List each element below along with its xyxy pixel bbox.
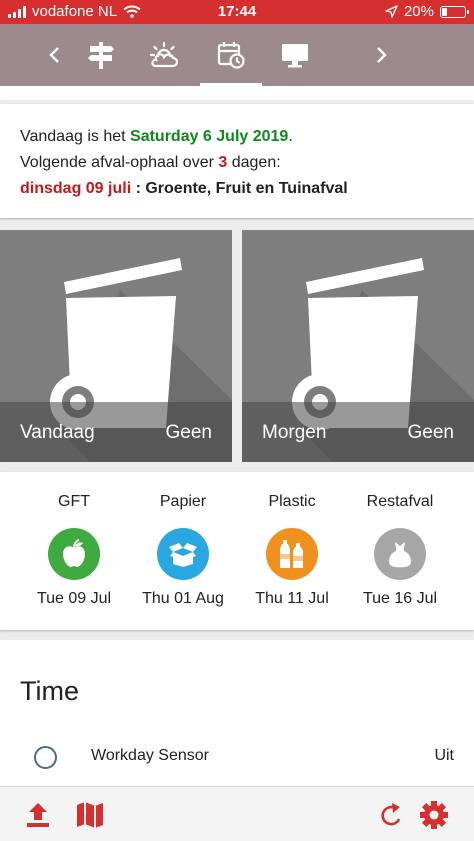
gear-icon	[420, 801, 448, 829]
signal-icon	[8, 5, 26, 18]
bin-day-label: Morgen	[262, 422, 327, 443]
map-icon	[77, 802, 103, 828]
status-left: vodafone NL	[8, 3, 141, 20]
next-pickup-date: dinsdag 09 juli	[20, 180, 132, 197]
tab-signpost[interactable]	[76, 24, 126, 86]
time-card: Time Workday Sensor Uit	[0, 640, 474, 790]
schedule-circle	[48, 528, 100, 580]
schedule-date: Tue 09 Jul	[36, 590, 112, 607]
collection-info-card: Vandaag is het Saturday 6 July 2019. Vol…	[0, 104, 474, 218]
weather-icon	[149, 41, 179, 68]
calendar-clock-icon	[217, 42, 245, 69]
top-strip	[0, 86, 474, 100]
tab-calendar[interactable]	[206, 24, 256, 86]
schedule-date: Tue 16 Jul	[362, 590, 438, 607]
next-separator: :	[131, 180, 146, 197]
bottles-icon	[280, 540, 303, 568]
trash-bag-icon	[389, 542, 411, 568]
battery-percent: 20%	[403, 3, 434, 20]
workday-sensor-radio[interactable]	[34, 746, 57, 769]
next-pickup-type: Groente, Fruit en Tuinafval	[145, 180, 348, 197]
status-bar: vodafone NL 17:44 20%	[0, 0, 474, 24]
time-title: Time	[20, 676, 79, 706]
bin-value-label: Geen	[165, 422, 212, 443]
today-date: Saturday 6 July 2019	[130, 128, 289, 145]
box-icon	[169, 543, 197, 567]
bin-value-label: Geen	[407, 422, 454, 443]
today-line: Vandaag is het Saturday 6 July 2019.	[20, 124, 454, 150]
apple-icon	[63, 539, 85, 567]
today-suffix: .	[288, 128, 293, 145]
next-pickup-line: Volgende afval-ophaal over 3 dagen:	[20, 150, 454, 176]
days-count: 3	[218, 154, 228, 171]
schedule-circle	[266, 528, 318, 580]
bin-day-label: Vandaag	[20, 422, 95, 443]
chevron-left-icon	[49, 47, 59, 63]
tab-weather[interactable]	[139, 24, 189, 86]
tab-prev[interactable]	[30, 24, 80, 86]
next-prefix: Volgende afval-ophaal over	[20, 154, 219, 171]
schedule-circle	[157, 528, 209, 580]
status-right: 20%	[385, 3, 469, 20]
schedule-date: Thu 11 Jul	[255, 590, 329, 607]
location-arrow-icon	[385, 5, 398, 18]
bin-tile-tomorrow[interactable]: Morgen Geen	[242, 230, 474, 462]
battery-icon	[440, 5, 469, 18]
map-button[interactable]	[74, 799, 106, 831]
settings-button[interactable]	[418, 799, 450, 831]
upload-icon	[27, 803, 49, 827]
schedule-type-name: GFT	[58, 493, 90, 510]
next-suffix: dagen:	[227, 154, 281, 171]
schedule-card: GFT Tue 09 Jul Papier Thu 01 Aug Plastic	[0, 472, 474, 630]
bottom-toolbar	[0, 786, 474, 841]
carrier-name: vodafone NL	[32, 3, 118, 20]
tab-bar	[0, 24, 474, 86]
workday-sensor-label: Workday Sensor	[91, 747, 209, 764]
refresh-icon	[381, 803, 401, 826]
tab-monitor[interactable]	[270, 24, 320, 86]
battery-fill	[442, 7, 447, 16]
tab-next[interactable]	[356, 24, 406, 86]
bin-tile-today[interactable]: Vandaag Geen	[0, 230, 232, 462]
workday-sensor-state: Uit	[434, 747, 454, 764]
chevron-right-icon	[377, 47, 387, 63]
today-prefix: Vandaag is het	[20, 128, 131, 145]
schedule-type-name: Restafval	[366, 493, 434, 510]
refresh-button[interactable]	[376, 799, 408, 831]
monitor-icon	[282, 44, 308, 68]
wifi-icon	[123, 5, 141, 18]
schedule-type-name: Papier	[159, 493, 207, 510]
signpost-icon	[88, 42, 114, 69]
next-type-line: dinsdag 09 juli : Groente, Fruit en Tuin…	[20, 176, 454, 202]
schedule-type-name: Plastic	[268, 493, 316, 510]
schedule-date: Thu 01 Aug	[142, 590, 224, 607]
upload-button[interactable]	[22, 799, 54, 831]
schedule-circle	[374, 528, 426, 580]
